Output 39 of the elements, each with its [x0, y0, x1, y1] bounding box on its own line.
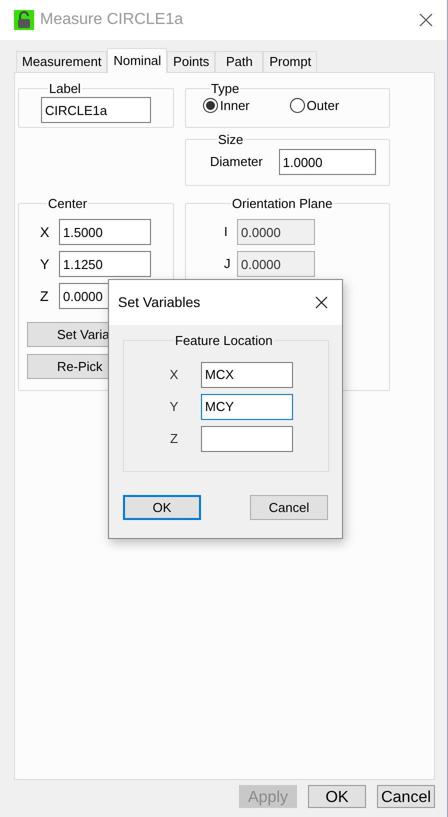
text-field[interactable]: 1.0000 — [278, 149, 376, 175]
text-field[interactable]: MCY — [201, 394, 293, 420]
radio-button[interactable] — [290, 98, 305, 114]
group-title: Feature Location — [174, 332, 274, 350]
footer-button[interactable]: OK — [308, 785, 366, 808]
text-field[interactable]: 1.5000 — [59, 219, 151, 245]
field-label: Z — [169, 430, 179, 448]
tab[interactable]: Prompt — [263, 51, 318, 72]
lock-icon — [14, 10, 34, 30]
footer-button[interactable]: Cancel — [377, 785, 435, 808]
tab[interactable]: Nominal — [107, 48, 168, 73]
field-label: Diameter — [210, 153, 263, 172]
text-field[interactable]: 1.1250 — [59, 251, 151, 277]
text-field[interactable] — [201, 426, 293, 452]
field-label: I — [224, 223, 229, 242]
group-title: Size — [217, 132, 244, 147]
radio-label: Outer — [306, 97, 340, 115]
field-label: Z — [40, 286, 50, 306]
window-title: Measure CIRCLE1a — [40, 10, 184, 30]
dialog-button[interactable]: OK — [123, 495, 201, 520]
radio-label: Inner — [220, 97, 250, 115]
field-label: X — [40, 222, 50, 242]
text-field[interactable]: CIRCLE1a — [41, 97, 151, 123]
tab[interactable]: Measurement — [16, 51, 108, 72]
dialog-button[interactable]: Cancel — [250, 495, 328, 520]
field-label: Y — [168, 398, 180, 416]
close-icon[interactable] — [315, 296, 328, 309]
field-label: J — [224, 255, 232, 274]
group-title: Orientation Plane — [231, 196, 334, 211]
field-label: X — [168, 366, 180, 384]
group-title: Center — [47, 196, 88, 211]
tab[interactable]: Path — [215, 51, 264, 72]
group-title: Type — [210, 81, 240, 96]
tab[interactable]: Points — [167, 51, 216, 72]
text-field[interactable]: MCX — [201, 362, 293, 388]
group-title: Label — [48, 81, 82, 96]
close-icon[interactable] — [419, 13, 433, 27]
radio-button[interactable] — [203, 98, 218, 114]
field-label: Y — [40, 254, 50, 274]
